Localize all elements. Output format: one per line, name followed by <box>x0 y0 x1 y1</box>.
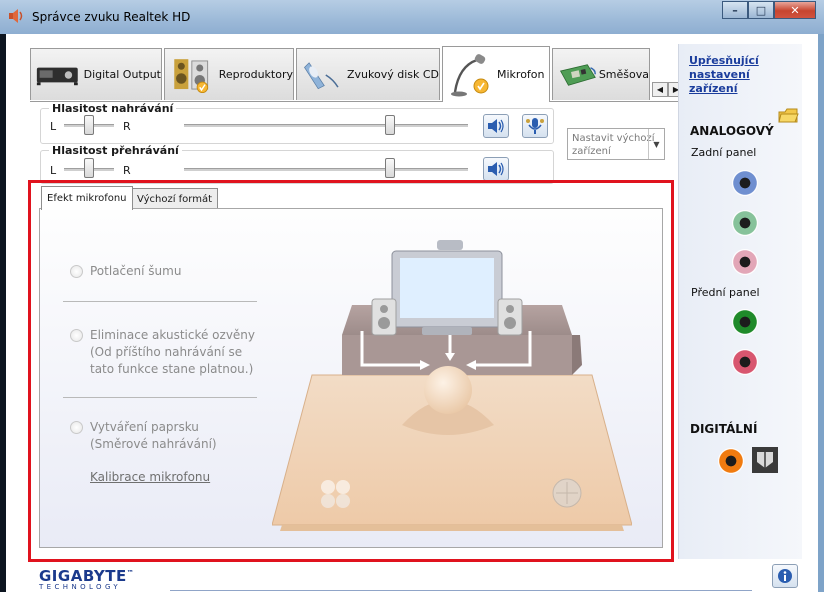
digital-output-device-icon <box>36 67 78 85</box>
beamforming-checkbox[interactable] <box>70 421 83 434</box>
device-tabs: Digital Output Reproduktory Zvukový disk… <box>30 46 650 102</box>
playback-volume-track <box>184 168 468 171</box>
spdif-optical-icon[interactable] <box>751 446 779 474</box>
tab-label: Směšova <box>598 68 649 81</box>
default-device-dropdown[interactable]: Nastavit výchozí zařízení ▼ <box>567 128 665 160</box>
beam-line-2: (Směrové nahrávání) <box>90 437 217 451</box>
divider <box>63 301 257 302</box>
echo-line-1: Eliminace akustické ozvěny <box>90 328 256 342</box>
tab-digital-output[interactable]: Digital Output <box>30 48 162 100</box>
playback-volume-group: Hlasitost přehrávání <box>40 144 554 184</box>
front-panel-label: Přední panel <box>691 286 760 299</box>
rear-blue-jack[interactable] <box>732 170 758 196</box>
beamforming-label: Vytváření paprsku (Směrové nahrávání) <box>90 419 217 453</box>
noise-suppression-label: Potlačení šumu <box>90 264 182 278</box>
noise-suppression-checkbox[interactable] <box>70 265 83 278</box>
recording-device-button[interactable] <box>522 114 548 138</box>
speaker-volume-icon <box>488 119 504 133</box>
microphone-device-icon <box>526 118 544 134</box>
rear-pink-jack[interactable] <box>732 249 758 275</box>
tab-mikrofon[interactable]: Mikrofon <box>442 46 550 102</box>
recording-balance-slider[interactable] <box>84 115 94 135</box>
speaker-volume-icon <box>488 162 504 176</box>
tab-scroll-left-icon[interactable]: ◀ <box>652 82 668 97</box>
playback-balance-left-label: L <box>50 164 57 177</box>
maximize-button[interactable]: □ <box>748 1 774 19</box>
tab-label: Zvukový disk CD <box>346 68 439 81</box>
advanced-device-settings-link[interactable]: Upřesňující nastavení zařízení <box>689 54 802 96</box>
window-controls: – □ ✕ <box>722 1 816 19</box>
microphone-icon <box>451 53 489 96</box>
recording-mute-button[interactable] <box>483 114 509 138</box>
folder-icon <box>778 108 799 123</box>
realtek-window: Správce zvuku Realtek HD – □ ✕ Digital O… <box>0 0 824 592</box>
recording-volume-title: Hlasitost nahrávání <box>49 102 177 115</box>
recording-balance-left-label: L <box>50 120 57 133</box>
tab-label: Digital Output <box>83 68 161 81</box>
echo-line-2: (Od příštího nahrávání se <box>90 345 243 359</box>
tab-zvukovy-disk-cd[interactable]: Zvukový disk CD <box>296 48 440 100</box>
mixer-icon <box>559 63 597 86</box>
rear-panel-label: Zadní panel <box>691 146 757 159</box>
front-green-jack[interactable] <box>732 309 758 335</box>
info-icon <box>778 569 792 583</box>
beam-line-1: Vytváření paprsku <box>90 420 199 434</box>
recording-balance-right-label: R <box>123 120 131 133</box>
close-button[interactable]: ✕ <box>774 1 816 19</box>
recording-volume-track <box>184 124 468 127</box>
subtab-vychozi-format[interactable]: Výchozí formát <box>131 188 219 210</box>
playback-volume-slider[interactable] <box>385 158 396 178</box>
playback-mute-button[interactable] <box>483 157 509 181</box>
speakers-icon <box>174 58 209 93</box>
tab-label: Mikrofon <box>497 68 545 81</box>
playback-balance-right-label: R <box>123 164 131 177</box>
minimize-button[interactable]: – <box>722 1 748 19</box>
echo-cancellation-checkbox[interactable] <box>70 329 83 342</box>
speaker-app-icon <box>9 9 23 23</box>
analog-heading: ANALOGOVÝ <box>690 124 774 138</box>
spdif-coaxial-jack[interactable] <box>718 448 744 474</box>
echo-cancellation-label: Eliminace akustické ozvěny (Od příštího … <box>90 327 255 378</box>
subtab-efekt-mikrofonu[interactable]: Efekt mikrofonu <box>41 186 133 210</box>
divider <box>63 397 257 398</box>
tab-reproduktory[interactable]: Reproduktory <box>164 48 294 100</box>
rear-green-jack[interactable] <box>732 210 758 236</box>
gigabyte-logo: GIGABYTE™ TECHNOLOGY <box>39 567 134 591</box>
echo-line-3: tato funkce stane platnou.) <box>90 362 254 376</box>
main-content: Digital Output Reproduktory Zvukový disk… <box>6 34 818 592</box>
title-bar[interactable]: Správce zvuku Realtek HD – □ ✕ <box>0 0 824 34</box>
bottom-divider <box>170 590 752 591</box>
logo-trademark: ™ <box>126 569 135 577</box>
recording-volume-slider[interactable] <box>385 115 396 135</box>
advanced-link-line-2: nastavení zařízení <box>689 68 750 95</box>
playback-balance-slider[interactable] <box>84 158 94 178</box>
desk-scene-illustration <box>272 240 632 531</box>
chevron-down-icon: ▼ <box>648 129 664 159</box>
playback-volume-title: Hlasitost přehrávání <box>49 144 182 157</box>
calibrate-microphone-link[interactable]: Kalibrace mikrofonu <box>90 470 210 484</box>
tab-label: Reproduktory <box>218 68 293 81</box>
window-title: Správce zvuku Realtek HD <box>32 10 191 24</box>
connector-settings-panel: Upřesňující nastavení zařízení ANALOGOVÝ… <box>678 44 802 559</box>
logo-subtext: TECHNOLOGY <box>39 583 122 591</box>
microphone-effects-panel: Potlačení šumu Eliminace akustické ozvěn… <box>39 208 663 548</box>
cd-player-icon <box>304 61 339 89</box>
advanced-link-line-1: Upřesňující <box>689 54 759 67</box>
front-pink-jack[interactable] <box>732 349 758 375</box>
info-button[interactable] <box>772 564 798 588</box>
tab-smesovac[interactable]: Směšova <box>552 48 650 100</box>
digital-heading: DIGITÁLNÍ <box>690 422 758 436</box>
